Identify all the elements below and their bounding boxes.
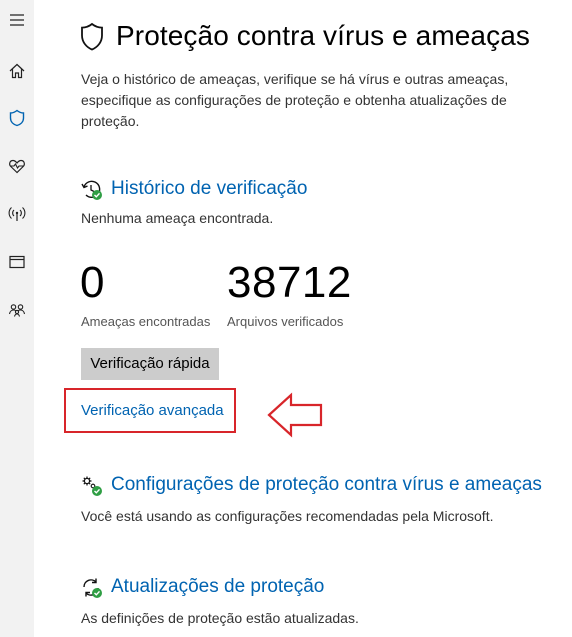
files-label: Arquivos verificados: [227, 314, 344, 329]
files-count: 38712: [227, 258, 352, 307]
settings-gears-icon: [80, 474, 104, 498]
protection-updates-status: As definições de proteção estão atualiza…: [81, 610, 359, 626]
shield-title-icon: [79, 22, 105, 52]
quick-scan-button[interactable]: Verificação rápida: [81, 348, 219, 380]
update-refresh-icon: [80, 576, 104, 600]
page-title: Proteção contra vírus e ameaças: [116, 20, 530, 51]
threats-label: Ameaças encontradas: [81, 314, 211, 329]
advanced-scan-link[interactable]: Verificação avançada: [81, 402, 224, 419]
protection-settings-status: Você está usando as configurações recome…: [81, 508, 494, 524]
scan-history-icon: [80, 178, 104, 202]
scan-history-link[interactable]: Histórico de verificação: [111, 178, 307, 200]
scan-history-status: Nenhuma ameaça encontrada.: [81, 210, 274, 226]
page-description: Veja o histórico de ameaças, verifique s…: [81, 71, 509, 129]
main-content: Proteção contra vírus e ameaças Veja o h…: [0, 0, 572, 637]
protection-updates-link[interactable]: Atualizações de proteção: [111, 576, 324, 598]
threats-count: 0: [80, 258, 105, 307]
red-arrow-icon: [266, 392, 324, 438]
protection-settings-link[interactable]: Configurações de proteção contra vírus e…: [111, 474, 542, 496]
